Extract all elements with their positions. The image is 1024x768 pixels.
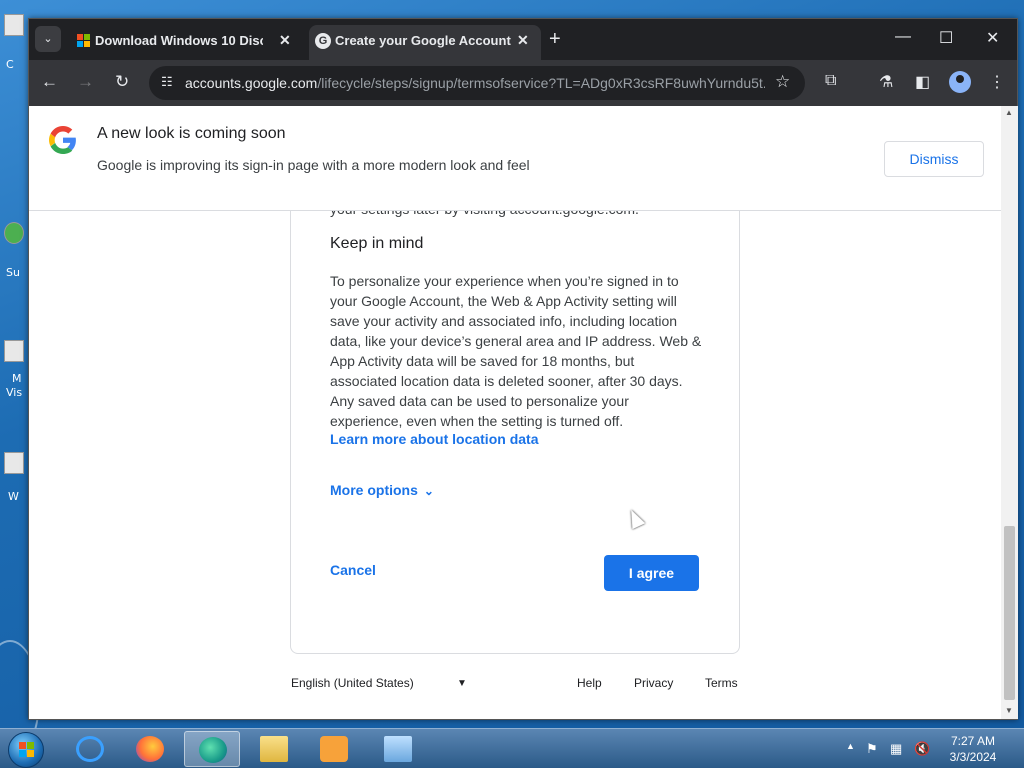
tab-strip: ⌄ Download Windows 10 Disc Image ✕ G Cre…	[29, 19, 1017, 60]
microsoft-logo-icon	[77, 34, 91, 48]
edge-taskbar-button[interactable]	[184, 731, 240, 767]
scroll-down-icon[interactable]: ▼	[1005, 706, 1013, 715]
maximize-button[interactable]: ☐	[939, 28, 953, 48]
url-host: accounts.google.com	[185, 75, 318, 91]
labs-flask-icon[interactable]: ⚗	[879, 72, 893, 92]
control-panel-taskbar-button[interactable]	[370, 731, 426, 767]
tab-title: Create your Google Account	[335, 33, 511, 48]
windows-flag-icon	[19, 742, 35, 758]
desktop-icon[interactable]	[4, 340, 24, 362]
network-icon[interactable]: ▦	[890, 741, 902, 757]
google-g-logo-icon	[49, 126, 76, 154]
keep-in-mind-text: To personalize your experience when you’…	[330, 273, 702, 429]
extensions-icon[interactable]: ⧉	[825, 72, 836, 90]
system-clock[interactable]: 7:27 AM 3/3/2024	[940, 733, 1006, 765]
bookmark-star-icon[interactable]: ☆	[775, 72, 790, 92]
desktop-icon-label: M	[12, 372, 22, 385]
show-hidden-icons-icon[interactable]: ▲	[846, 741, 855, 751]
page-scrollbar[interactable]: ▲ ▼	[1001, 106, 1018, 719]
tab-windows-download[interactable]: Download Windows 10 Disc Image ✕	[69, 25, 301, 60]
internet-explorer-taskbar-button[interactable]	[62, 731, 118, 767]
tab-close-icon[interactable]: ✕	[279, 32, 291, 49]
firefox-icon	[136, 736, 164, 762]
privacy-link[interactable]: Privacy	[634, 676, 673, 690]
page-content: A new look is coming soon Google is impr…	[29, 106, 1001, 719]
reload-icon[interactable]: ↻	[115, 72, 129, 92]
taskbar: ▲ ⚑ ▦ 🔇 7:27 AM 3/3/2024	[0, 728, 1024, 768]
banner-title: A new look is coming soon	[97, 125, 286, 142]
desktop-icon[interactable]	[4, 222, 24, 244]
cancel-button[interactable]: Cancel	[330, 562, 376, 578]
location-data-link[interactable]: Learn more about location data	[330, 431, 538, 447]
dismiss-button[interactable]: Dismiss	[884, 141, 984, 177]
scroll-thumb[interactable]	[1004, 526, 1015, 700]
url-path: /lifecycle/steps/signup/termsofservice?T…	[317, 75, 765, 91]
chevron-down-icon: ⌄	[423, 484, 434, 498]
forward-arrow-icon[interactable]: →	[77, 72, 94, 92]
browser-window: ⌄ Download Windows 10 Disc Image ✕ G Cre…	[28, 18, 1018, 720]
media-player-icon	[320, 736, 348, 762]
tab-close-icon[interactable]: ✕	[517, 32, 529, 49]
desktop-icon-label: W	[8, 490, 19, 503]
section-title: Keep in mind	[330, 235, 424, 252]
agree-button[interactable]: I agree	[604, 555, 699, 591]
control-panel-icon	[384, 736, 412, 762]
clock-date: 3/3/2024	[949, 750, 997, 764]
clock-time: 7:27 AM	[950, 734, 996, 748]
more-options-label: More options	[330, 482, 418, 498]
language-select[interactable]: English (United States)	[291, 676, 414, 690]
volume-muted-icon[interactable]: 🔇	[914, 741, 930, 757]
internet-explorer-icon	[76, 736, 104, 762]
banner-text: Google is improving its sign-in page wit…	[97, 157, 530, 173]
desktop-icon-label: Vis	[6, 386, 23, 399]
side-panel-icon[interactable]: ◧	[915, 72, 930, 92]
site-info-icon[interactable]: ☷	[161, 74, 173, 90]
menu-kebab-icon[interactable]: ⋮	[989, 72, 1005, 92]
dropdown-caret-icon[interactable]: ▼	[457, 678, 467, 689]
back-arrow-icon[interactable]: ←	[41, 72, 58, 92]
tab-search-button[interactable]: ⌄	[35, 26, 61, 52]
more-options-button[interactable]: More options ⌄	[330, 482, 434, 498]
edge-icon	[199, 737, 227, 763]
google-favicon-icon: G	[315, 33, 331, 49]
desktop-icon[interactable]	[4, 14, 24, 36]
help-link[interactable]: Help	[577, 676, 602, 690]
desktop-icon[interactable]	[4, 452, 24, 474]
tab-title: Download Windows 10 Disc Image	[95, 33, 263, 48]
firefox-taskbar-button[interactable]	[122, 731, 178, 767]
url-text[interactable]: accounts.google.com/lifecycle/steps/sign…	[185, 75, 765, 91]
media-player-taskbar-button[interactable]	[306, 731, 362, 767]
tab-google-account[interactable]: G Create your Google Account ✕	[309, 25, 541, 60]
new-tab-button[interactable]: +	[549, 27, 561, 51]
new-look-banner: A new look is coming soon Google is impr…	[29, 106, 1001, 211]
scroll-up-icon[interactable]: ▲	[1005, 108, 1013, 117]
desktop-icon-label: Su	[6, 266, 20, 279]
action-center-flag-icon[interactable]: ⚑	[866, 741, 878, 757]
desktop-icon-label: C	[6, 58, 14, 71]
start-button[interactable]	[8, 732, 44, 768]
folder-icon	[260, 736, 288, 762]
minimize-button[interactable]: —	[895, 28, 911, 46]
address-bar[interactable]: ☷ accounts.google.com/lifecycle/steps/si…	[149, 66, 805, 100]
browser-toolbar: ← → ↻ ☷ accounts.google.com/lifecycle/st…	[29, 60, 1017, 106]
terms-link[interactable]: Terms	[705, 676, 738, 690]
profile-avatar-icon[interactable]	[949, 71, 971, 93]
close-window-button[interactable]: ✕	[986, 28, 999, 48]
file-explorer-taskbar-button[interactable]	[246, 731, 302, 767]
